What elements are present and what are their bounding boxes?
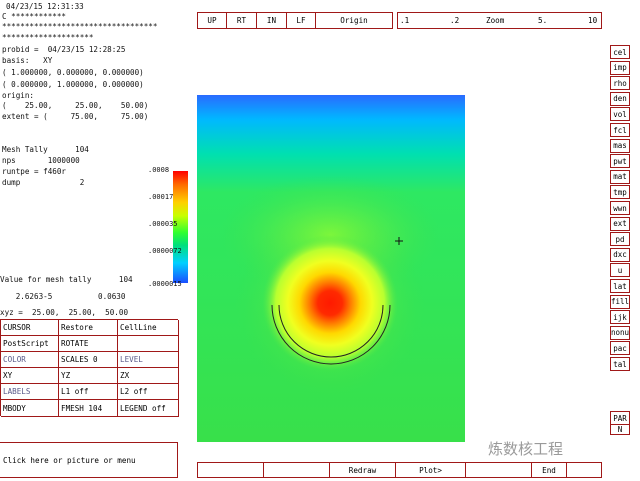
- right-menu-item-cel[interactable]: cel: [610, 45, 630, 59]
- bottom-empty-1: [197, 462, 264, 478]
- zoom-scale-bar[interactable]: .1 .2 Zoom 5. 10: [397, 12, 602, 29]
- pan-left-button[interactable]: LF: [286, 12, 316, 29]
- right-menu-item-vol[interactable]: vol: [610, 107, 630, 122]
- right-menu-item-den[interactable]: den: [610, 91, 630, 106]
- runtpe-text: runtpe = f460r: [2, 167, 67, 176]
- menu-mbody[interactable]: MBODY: [1, 400, 59, 417]
- basis-vector-1: ( 1.000000, 0.000000, 0.000000): [2, 68, 144, 77]
- basis-vector-2: ( 0.000000, 1.000000, 0.000000): [2, 80, 144, 89]
- value-title: Value for mesh tally 104: [0, 275, 133, 284]
- zoom-label: Zoom: [486, 16, 505, 25]
- right-menu-item-fcl[interactable]: fcl: [610, 123, 630, 137]
- right-menu-item-wwn[interactable]: wwn: [610, 201, 630, 215]
- right-menu-item-u[interactable]: u: [610, 263, 630, 278]
- xyz-text: xyz = 25.00, 25.00, 50.00: [0, 308, 129, 317]
- menu-zx[interactable]: ZX: [118, 368, 179, 384]
- star-line: **********************************: [2, 22, 158, 31]
- mesh-tally-plot[interactable]: [197, 95, 465, 442]
- right-menu-item-n[interactable]: N: [610, 424, 630, 435]
- prompt-box[interactable]: Click here or picture or menu: [0, 442, 178, 478]
- right-menu-item-tmp[interactable]: tmp: [610, 185, 630, 200]
- menu-scales[interactable]: SCALES 0: [59, 352, 118, 368]
- right-menu-item-pac[interactable]: pac: [610, 341, 630, 356]
- menu-yz[interactable]: YZ: [59, 368, 118, 384]
- end-button[interactable]: End: [531, 462, 567, 478]
- menu-empty: [118, 336, 179, 352]
- plot-button[interactable]: Plot>: [395, 462, 466, 478]
- zoom-0-2[interactable]: .2: [450, 16, 459, 25]
- comment-line: C ************: [2, 12, 67, 21]
- menu-restore[interactable]: Restore: [59, 320, 118, 336]
- zoom-0-1[interactable]: .1: [400, 16, 409, 25]
- origin-button[interactable]: Origin: [315, 12, 393, 29]
- right-menu-item-pwt[interactable]: pwt: [610, 154, 630, 169]
- menu-l1[interactable]: L1 off: [59, 384, 118, 400]
- dump-text: dump 2: [2, 178, 85, 187]
- prompt-text: Click here or picture or menu: [3, 455, 136, 465]
- menu-l2[interactable]: L2 off: [118, 384, 179, 400]
- right-menu-item-pd[interactable]: pd: [610, 232, 630, 247]
- timestamp: 04/23/15 12:31:33: [6, 2, 84, 11]
- right-menu-item-fill[interactable]: fill: [610, 294, 630, 309]
- zoom-10[interactable]: 10: [588, 16, 597, 25]
- right-menu-item-nonu[interactable]: nonu: [610, 325, 630, 340]
- zoom-in-button[interactable]: IN: [256, 12, 287, 29]
- colorbar-label: .0000072: [148, 247, 182, 255]
- menu-level[interactable]: LEVEL: [118, 352, 179, 368]
- right-menu-item-ext[interactable]: ext: [610, 216, 630, 231]
- redraw-button[interactable]: Redraw: [329, 462, 396, 478]
- right-menu-item-ijk[interactable]: ijk: [610, 310, 630, 325]
- right-menu-item-imp[interactable]: imp: [610, 60, 630, 75]
- origin-values: ( 25.00, 25.00, 50.00): [2, 101, 149, 110]
- right-menu-item-lat[interactable]: lat: [610, 279, 630, 293]
- pan-right-button[interactable]: RT: [226, 12, 257, 29]
- bottom-empty-3: [465, 462, 532, 478]
- pan-up-button[interactable]: UP: [197, 12, 227, 29]
- menu-color[interactable]: COLOR: [1, 352, 59, 368]
- menu-cursor[interactable]: CURSOR: [1, 320, 59, 336]
- plot-canvas: [197, 95, 465, 442]
- menu-xy[interactable]: XY: [1, 368, 59, 384]
- bottom-empty-2: [263, 462, 330, 478]
- probid-text: probid = 04/23/15 12:28:25: [2, 45, 126, 54]
- tally-value: 2.6263-5 0.0630: [2, 292, 126, 301]
- bottom-empty-4: [566, 462, 602, 478]
- menu-rotate[interactable]: ROTATE: [59, 336, 118, 352]
- extent-text: extent = ( 75.00, 75.00): [2, 112, 149, 121]
- menu-postscript[interactable]: PostScript: [1, 336, 59, 352]
- star-line: ********************: [2, 33, 94, 42]
- menu-fmesh[interactable]: FMESH 104: [59, 400, 118, 417]
- origin-label: origin:: [2, 91, 35, 100]
- mesh-tally-text: Mesh Tally 104: [2, 145, 89, 154]
- watermark-text: 炼数核工程: [488, 440, 564, 458]
- right-menu-item-dxc[interactable]: dxc: [610, 247, 630, 262]
- menu-labels[interactable]: LABELS: [1, 384, 59, 400]
- zoom-5[interactable]: 5.: [538, 16, 547, 25]
- colorbar-label: .0008: [148, 166, 170, 174]
- nps-text: nps 1000000: [2, 156, 80, 165]
- menu-legend[interactable]: LEGEND off: [118, 400, 179, 417]
- colorbar-label: .00017: [148, 193, 174, 201]
- right-menu-item-mat[interactable]: mat: [610, 169, 630, 184]
- colorbar-label: .000035: [148, 220, 178, 228]
- menu-cellline[interactable]: CellLine: [118, 320, 179, 336]
- command-menu: CURSOR Restore CellLine PostScript ROTAT…: [0, 319, 179, 417]
- colorbar-label: .0000015: [148, 280, 182, 288]
- right-menu-item-tal[interactable]: tal: [610, 357, 630, 371]
- basis-text: basis: XY: [2, 56, 53, 65]
- right-menu-item-mas[interactable]: mas: [610, 138, 630, 153]
- right-menu-item-rho[interactable]: rho: [610, 76, 630, 91]
